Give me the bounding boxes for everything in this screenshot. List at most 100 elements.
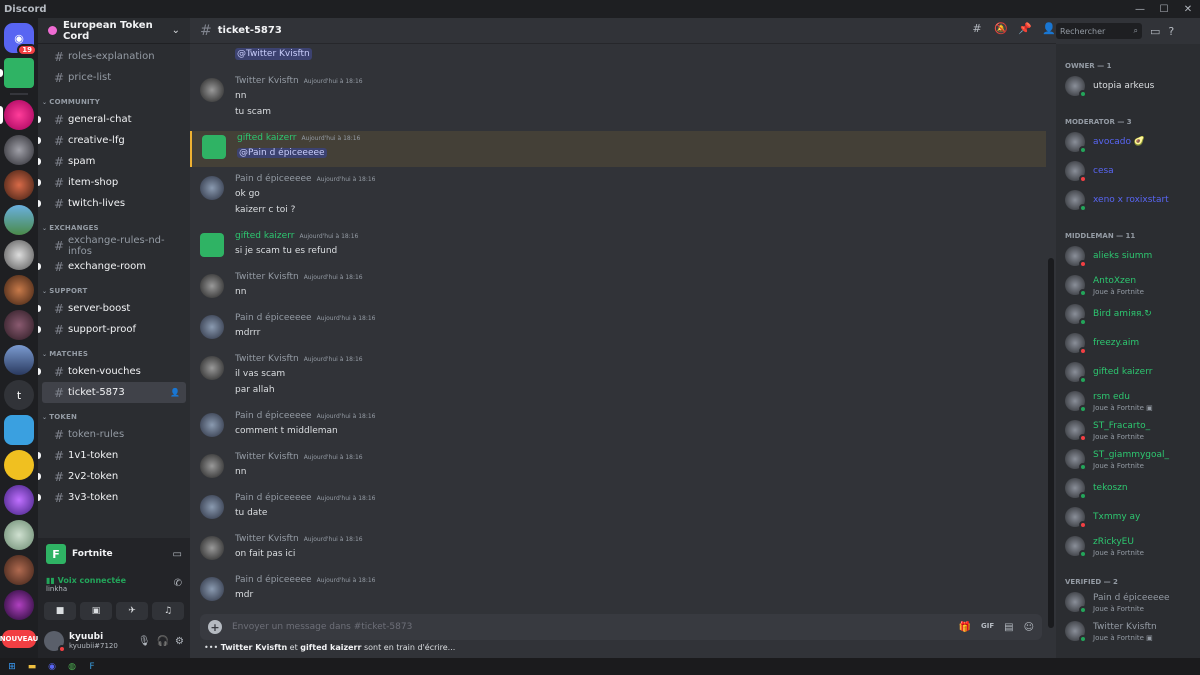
server-icon-landscape[interactable] bbox=[4, 205, 34, 235]
server-icon-yellow[interactable] bbox=[4, 450, 34, 480]
notification-bell-icon[interactable]: 🔕 bbox=[994, 22, 1008, 35]
member-item[interactable]: Bird amiяя.↻ bbox=[1056, 301, 1200, 327]
server-icon-anime[interactable] bbox=[4, 170, 34, 200]
channel-general-chat[interactable]: # general-chat bbox=[38, 109, 186, 130]
channel-twitch-lives[interactable]: # twitch-lives bbox=[38, 193, 186, 214]
message[interactable]: Twitter Kvisftn Aujourd'hui à 18:16 il vas… bbox=[190, 352, 1046, 404]
settings-icon[interactable]: ⚙ bbox=[175, 636, 184, 647]
message-author[interactable]: Twitter Kvisftn bbox=[235, 354, 299, 364]
member-item[interactable]: tekoszn bbox=[1056, 475, 1200, 501]
avatar[interactable] bbox=[200, 356, 224, 380]
avatar[interactable] bbox=[200, 577, 224, 601]
message[interactable]: Pain d épiceeeee Aujourd'hui à 18:16 tu da… bbox=[190, 491, 1046, 527]
message[interactable]: Pain d épiceeeee Aujourd'hui à 18:16 comme… bbox=[190, 409, 1046, 445]
home-button[interactable]: ◉ 19 bbox=[4, 23, 37, 56]
channel-ticket-5873[interactable]: # ticket-5873 👤 bbox=[42, 382, 186, 403]
chevron-down-icon[interactable]: ⌄ bbox=[172, 25, 180, 36]
search-input[interactable]: Rechercher ⌕ bbox=[1056, 23, 1142, 39]
server-icon-blue[interactable] bbox=[4, 345, 34, 375]
message-author[interactable]: Pain d épiceeeee bbox=[235, 411, 312, 421]
member-item[interactable]: avocado 🥑 bbox=[1056, 129, 1200, 155]
member-item[interactable]: utopia arkeus bbox=[1056, 73, 1200, 99]
message-composer[interactable]: + Envoyer un message dans #ticket-5873 🎁… bbox=[200, 614, 1042, 640]
message-author[interactable]: Twitter Kvisftn bbox=[235, 76, 299, 86]
avatar[interactable] bbox=[200, 78, 224, 102]
channel-1v1-token[interactable]: #1v1-token bbox=[38, 445, 186, 466]
channel-roles-explanation[interactable]: # roles-explanation bbox=[42, 46, 186, 67]
fortnite-taskbar-icon[interactable]: F bbox=[86, 661, 98, 673]
member-item[interactable]: alieks siumm bbox=[1056, 243, 1200, 269]
member-item[interactable]: freezy.aim bbox=[1056, 330, 1200, 356]
channel-exchange-rules-nd-infos[interactable]: # exchange-rules-nd-infos bbox=[42, 235, 186, 257]
server-icon-pale[interactable] bbox=[4, 520, 34, 550]
message-author[interactable]: Twitter Kvisftn bbox=[235, 272, 299, 282]
category-token[interactable]: ⌄ TOKEN bbox=[38, 403, 190, 424]
threads-icon[interactable]: # bbox=[970, 22, 984, 35]
member-item[interactable]: ST_Fracarto_ Joue à Fortnite bbox=[1056, 417, 1200, 443]
gif-button[interactable]: GIF bbox=[981, 622, 994, 633]
message[interactable]: gifted kaizerr Aujourd'hui à 18:16 si je s… bbox=[190, 229, 1046, 265]
channel-token-rules[interactable]: # token-rules bbox=[42, 424, 186, 445]
server-icon-european-token-cord[interactable] bbox=[0, 100, 34, 130]
server-icon-portrait[interactable] bbox=[4, 275, 34, 305]
disconnect-icon[interactable]: ✆ bbox=[174, 578, 182, 589]
new-badge[interactable]: NOUVEAU bbox=[0, 630, 38, 648]
message-author[interactable]: Pain d épiceeeee bbox=[235, 313, 312, 323]
microphone-icon[interactable]: 🎙 bbox=[138, 636, 151, 647]
emoji-icon[interactable]: ☺ bbox=[1024, 622, 1034, 633]
message-input[interactable]: Envoyer un message dans #ticket-5873 bbox=[232, 622, 959, 632]
channel-exchange-room[interactable]: # exchange-room bbox=[38, 256, 186, 277]
message[interactable]: Twitter Kvisftn Aujourd'hui à 18:16 on fai… bbox=[190, 532, 1046, 568]
member-item[interactable]: AntoXzen Joue à Fortnite bbox=[1056, 272, 1200, 298]
member-item[interactable]: ST_giammygoal_ Joue à Fortnite bbox=[1056, 446, 1200, 472]
server-icon-fortnite-green[interactable] bbox=[0, 58, 34, 88]
minimize-button[interactable]: — bbox=[1128, 0, 1152, 18]
headphones-icon[interactable]: 🎧 bbox=[157, 636, 169, 647]
mention[interactable]: @Pain d épiceeeee bbox=[237, 148, 327, 158]
chrome-icon[interactable]: ◍ bbox=[66, 661, 78, 673]
screen-share-button[interactable]: ▣ bbox=[80, 602, 112, 620]
message[interactable]: Pain d épiceeeee Aujourd'hui à 18:16 mdrrr bbox=[190, 311, 1046, 347]
avatar[interactable] bbox=[44, 631, 66, 653]
file-explorer-icon[interactable]: ▬ bbox=[26, 661, 38, 673]
message-author[interactable]: Twitter Kvisftn bbox=[235, 534, 299, 544]
member-item[interactable]: rsm edu Joue à Fortnite ▣ bbox=[1056, 388, 1200, 414]
category-matches[interactable]: ⌄ MATCHES bbox=[38, 340, 190, 361]
avatar[interactable] bbox=[200, 413, 224, 437]
windows-start-icon[interactable]: ⊞ bbox=[6, 661, 18, 673]
avatar[interactable] bbox=[200, 176, 224, 200]
server-icon-character[interactable] bbox=[4, 240, 34, 270]
server-icon-cube[interactable] bbox=[4, 415, 34, 445]
channel-support-proof[interactable]: # support-proof bbox=[38, 319, 186, 340]
message-author[interactable]: Pain d épiceeeee bbox=[235, 493, 312, 503]
avatar[interactable] bbox=[200, 454, 224, 478]
server-icon-neon[interactable] bbox=[4, 590, 34, 620]
server-icon-purple[interactable] bbox=[4, 485, 34, 515]
close-button[interactable]: ✕ bbox=[1176, 0, 1200, 18]
scrollbar[interactable] bbox=[1048, 258, 1054, 628]
channel-token-vouches[interactable]: # token-vouches bbox=[38, 361, 186, 382]
server-icon-letter[interactable]: t bbox=[4, 380, 34, 410]
message[interactable]: gifted kaizerr Aujourd'hui à 18:16 @Pain d… bbox=[190, 131, 1046, 167]
members-icon[interactable]: 👤 bbox=[1042, 22, 1056, 35]
channel-2v2-token[interactable]: #2v2-token bbox=[38, 466, 186, 487]
avatar[interactable] bbox=[200, 233, 224, 257]
member-item[interactable]: zRickyEU Joue à Fortnite bbox=[1056, 533, 1200, 559]
avatar[interactable] bbox=[200, 536, 224, 560]
message[interactable]: Pain d épiceeeee Aujourd'hui à 18:16 mdr bbox=[190, 573, 1046, 609]
message[interactable]: Twitter Kvisftn Aujourd'hui à 18:16 nn tu s… bbox=[190, 74, 1046, 126]
message-author[interactable]: Pain d épiceeeee bbox=[235, 174, 312, 184]
soundboard-button[interactable]: ♫ bbox=[152, 602, 184, 620]
server-icon-face[interactable] bbox=[4, 555, 34, 585]
avatar[interactable] bbox=[200, 274, 224, 298]
member-item[interactable]: Twitter Kvisftn Joue à Fortnite ▣ bbox=[1056, 618, 1200, 644]
category-support[interactable]: ⌄ SUPPORT bbox=[38, 277, 190, 298]
plus-icon[interactable]: + bbox=[208, 620, 222, 634]
inbox-icon[interactable]: ▭ bbox=[1150, 25, 1160, 38]
message-author[interactable]: Twitter Kvisftn bbox=[235, 452, 299, 462]
activity-button[interactable]: ✈ bbox=[116, 602, 148, 620]
category-exchanges[interactable]: ⌄ EXCHANGES bbox=[38, 214, 190, 235]
message-author[interactable]: gifted kaizerr bbox=[237, 133, 296, 143]
sticker-icon[interactable]: ▤ bbox=[1004, 622, 1013, 633]
message[interactable]: Twitter Kvisftn Aujourd'hui à 18:16 nn bbox=[190, 270, 1046, 306]
